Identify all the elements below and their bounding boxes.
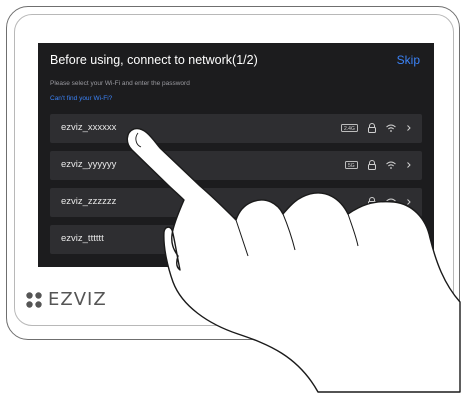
pointing-hand-illustration <box>126 127 461 393</box>
